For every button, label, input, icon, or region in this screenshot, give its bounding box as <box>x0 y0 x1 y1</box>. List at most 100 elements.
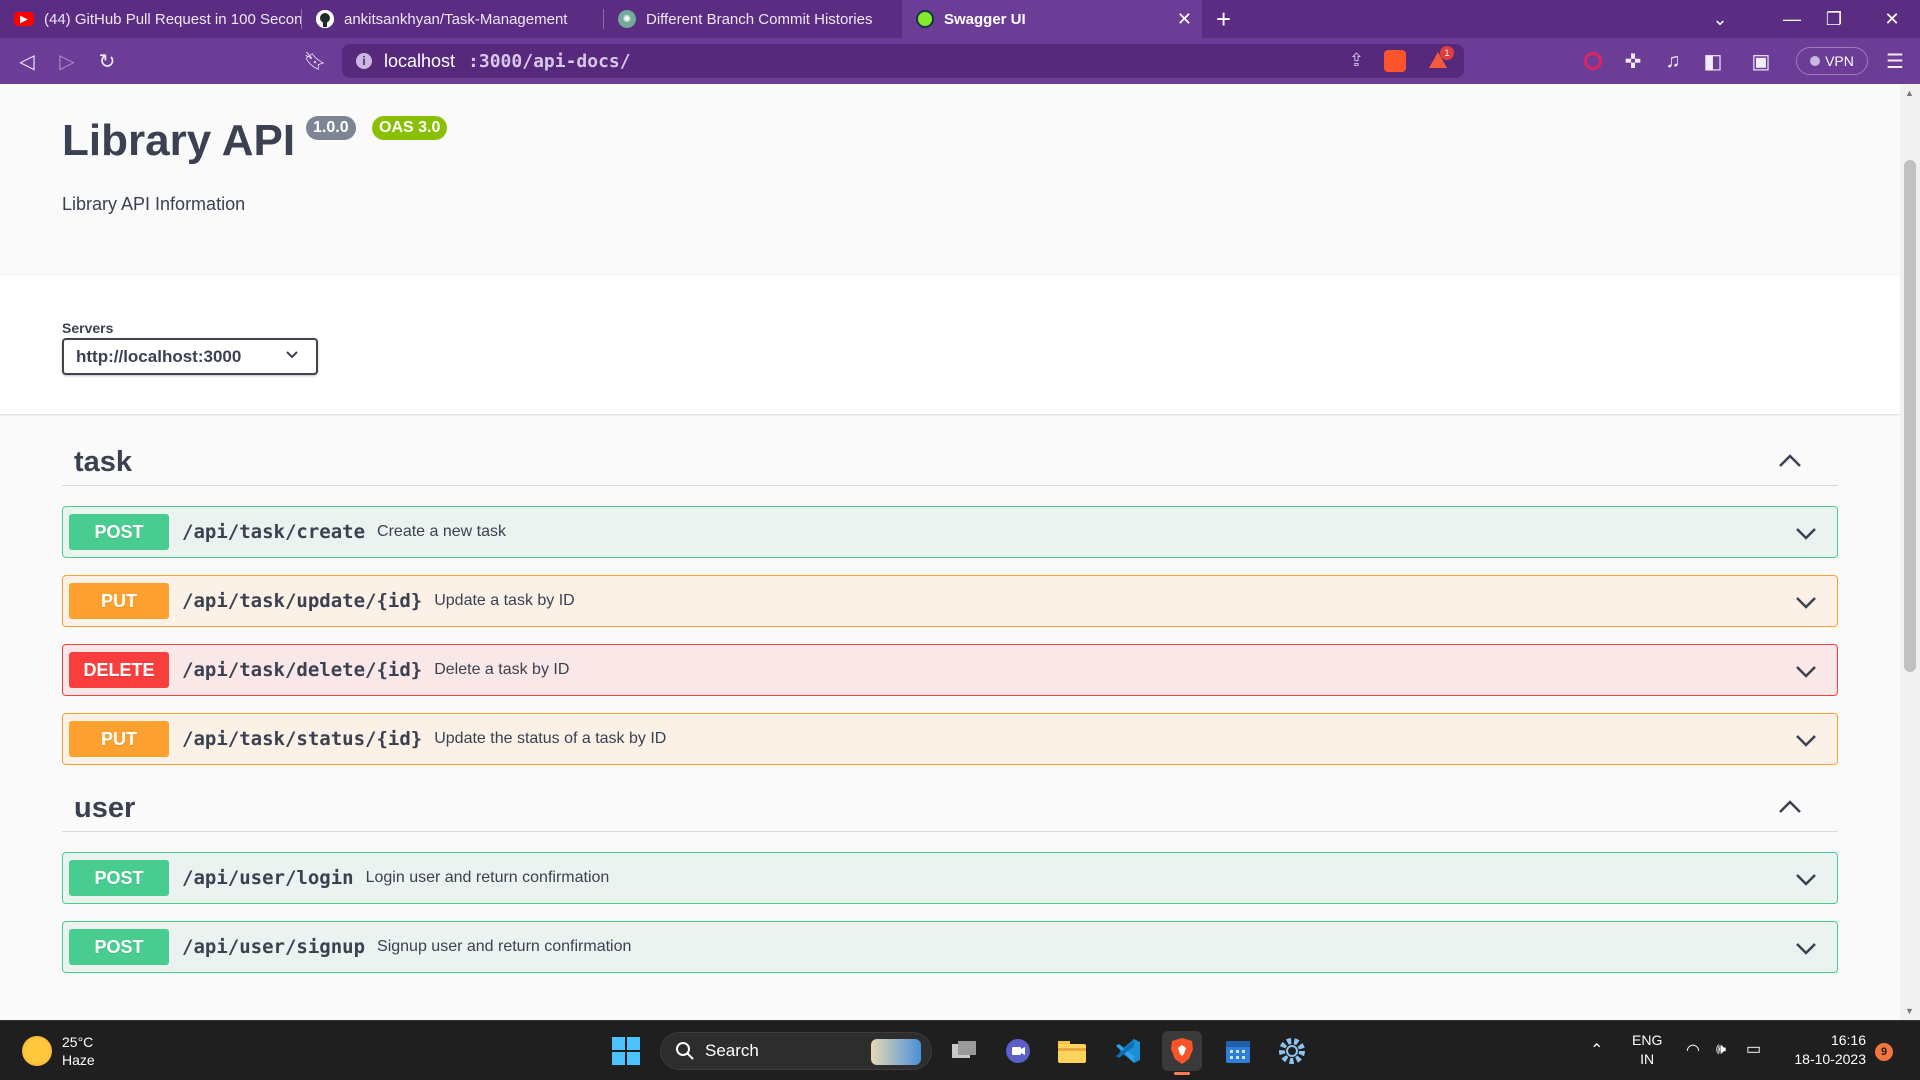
servers-selected-value: http://localhost:3000 <box>76 346 242 366</box>
weather-haze-icon <box>22 1036 52 1066</box>
search-highlight-icon <box>871 1039 921 1065</box>
tab-youtube[interactable]: ▶ (44) GitHub Pull Request in 100 Second… <box>0 0 302 38</box>
operation-summary: Delete a task by ID <box>434 661 570 678</box>
close-window-button[interactable]: ✕ <box>1866 0 1918 38</box>
chevron-down-icon[interactable] <box>1793 727 1819 753</box>
vpn-label: VPN <box>1825 53 1854 69</box>
sidebar-icon[interactable]: ◧ <box>1698 46 1728 76</box>
share-icon[interactable]: ⇪ <box>1349 50 1364 71</box>
chevron-down-icon[interactable] <box>1793 935 1819 961</box>
scrollbar-thumb[interactable] <box>1904 160 1916 672</box>
recording-icon[interactable] <box>1578 46 1608 76</box>
teams-chat-icon[interactable] <box>998 1031 1038 1071</box>
reload-button[interactable]: ↻ <box>92 46 122 76</box>
operation-put-task-update[interactable]: PUT /api/task/update/{id} Update a task … <box>62 575 1838 627</box>
operation-summary: Login user and return confirmation <box>365 869 610 886</box>
clock[interactable]: 16:16 18-10-2023 <box>1782 1031 1866 1069</box>
servers-section: Servers http://localhost:3000 <box>0 276 1900 414</box>
operation-put-task-status[interactable]: PUT /api/task/status/{id} Update the sta… <box>62 713 1838 765</box>
tab-title: Swagger UI <box>944 10 1026 28</box>
chevron-down-icon[interactable] <box>1793 658 1819 684</box>
method-badge: PUT <box>69 583 169 619</box>
battery-icon[interactable]: ▭ <box>1746 1040 1761 1059</box>
operation-summary: Update the status of a task by ID <box>434 730 667 747</box>
method-badge: POST <box>69 514 169 550</box>
tab-swagger-ui[interactable]: Swagger UI ✕ <box>902 0 1202 38</box>
windows-taskbar: 25°C Haze Search ⌃ ENG IN ◠ 🕪︎ ▭ 16:16 1… <box>0 1020 1920 1080</box>
notification-badge[interactable]: 9 <box>1875 1043 1893 1061</box>
task-view-icon[interactable] <box>944 1031 984 1071</box>
volume-icon[interactable]: 🕪︎ <box>1716 1040 1726 1059</box>
tag-header-task[interactable]: task <box>62 438 1838 486</box>
operation-post-user-signup[interactable]: POST /api/user/signup Signup user and re… <box>62 921 1838 973</box>
operation-post-task-create[interactable]: POST /api/task/create Create a new task <box>62 506 1838 558</box>
servers-select[interactable]: http://localhost:3000 <box>62 338 318 375</box>
operation-delete-task-delete[interactable]: DELETE /api/task/delete/{id} Delete a ta… <box>62 644 1838 696</box>
vpn-button[interactable]: VPN <box>1796 47 1868 75</box>
scroll-down-arrow-icon[interactable]: ▼ <box>1905 1006 1914 1016</box>
back-button[interactable]: ◁ <box>12 46 42 76</box>
forward-button[interactable]: ▷ <box>52 46 82 76</box>
file-explorer-icon[interactable] <box>1052 1031 1092 1071</box>
extensions-icon[interactable]: ✜ <box>1618 46 1648 76</box>
bookmark-icon[interactable]: 🔖︎ <box>300 46 330 76</box>
close-tab-icon[interactable]: ✕ <box>1177 9 1192 30</box>
start-button[interactable] <box>606 1031 646 1071</box>
chevron-down-icon[interactable] <box>1793 866 1819 892</box>
wifi-icon[interactable]: ◠ <box>1686 1041 1700 1060</box>
settings-gear-icon[interactable] <box>1272 1031 1312 1071</box>
url-host: localhost <box>384 50 456 71</box>
weather-temp: 25°C <box>62 1034 94 1050</box>
search-label: Search <box>705 1041 759 1060</box>
chevron-down-icon[interactable] <box>1793 589 1819 615</box>
vpn-status-icon <box>1810 56 1821 66</box>
weather-widget[interactable]: 25°C Haze <box>22 1033 95 1069</box>
maximize-button[interactable]: ❐ <box>1808 0 1860 38</box>
clock-time: 16:16 <box>1830 1032 1866 1048</box>
scroll-up-arrow-icon[interactable]: ▲ <box>1905 88 1914 98</box>
site-info-icon[interactable]: i <box>356 53 372 69</box>
swagger-page: Library API 1.0.0 OAS 3.0 Library API In… <box>0 84 1900 1020</box>
language-indicator[interactable]: ENG IN <box>1632 1031 1662 1069</box>
method-badge: PUT <box>69 721 169 757</box>
api-info: Library API 1.0.0 OAS 3.0 Library API In… <box>0 84 1900 276</box>
brave-rewards-icon[interactable]: 1 <box>1428 46 1454 70</box>
media-icon[interactable]: ♫ <box>1658 46 1688 76</box>
tab-github[interactable]: ankitsankhyan/Task-Management <box>302 0 604 38</box>
new-tab-button[interactable]: + <box>1216 4 1231 35</box>
servers-label: Servers <box>62 320 114 336</box>
brave-shields-icon[interactable] <box>1384 50 1406 72</box>
operation-summary: Create a new task <box>377 523 506 540</box>
operation-path: /api/user/signup <box>182 936 366 958</box>
language-top: ENG <box>1632 1032 1663 1048</box>
operation-path: /api/task/create <box>182 521 366 543</box>
oas-badge: OAS 3.0 <box>372 116 448 140</box>
address-bar[interactable]: i localhost:3000/api-docs/ ⇪ 1 <box>342 44 1464 78</box>
operation-path: /api/task/update/{id} <box>182 590 423 612</box>
menu-icon[interactable]: ☰ <box>1880 46 1910 76</box>
operation-path: /api/task/status/{id} <box>182 728 423 750</box>
operation-summary: Signup user and return confirmation <box>377 938 632 955</box>
method-badge: POST <box>69 860 169 896</box>
vscode-icon[interactable] <box>1108 1031 1148 1071</box>
tag-header-user[interactable]: user <box>62 784 1838 832</box>
tab-chatgpt[interactable]: ✺ Different Branch Commit Histories <box>604 0 902 38</box>
tab-list-chevron-icon[interactable]: ⌄ <box>1694 0 1746 38</box>
operation-post-user-login[interactable]: POST /api/user/login Login user and retu… <box>62 852 1838 904</box>
weather-desc: Haze <box>62 1052 95 1068</box>
clock-date: 18-10-2023 <box>1794 1051 1866 1067</box>
chevron-up-icon[interactable] <box>1776 448 1804 476</box>
wallet-icon[interactable]: ▣ <box>1746 46 1776 76</box>
tag-name: task <box>74 446 133 478</box>
calendar-app-icon[interactable] <box>1218 1031 1258 1071</box>
brave-browser-icon[interactable] <box>1162 1031 1202 1075</box>
tray-overflow-chevron-icon[interactable]: ⌃ <box>1590 1041 1603 1060</box>
taskbar-search[interactable]: Search <box>660 1032 932 1070</box>
method-badge: POST <box>69 929 169 965</box>
chevron-down-icon[interactable] <box>1793 520 1819 546</box>
chevron-down-icon <box>284 346 300 367</box>
api-title: Library API <box>62 116 296 165</box>
page-scrollbar[interactable]: ▲ ▼ <box>1900 84 1920 1020</box>
chevron-up-icon[interactable] <box>1776 794 1804 822</box>
tag-name: user <box>74 792 136 824</box>
